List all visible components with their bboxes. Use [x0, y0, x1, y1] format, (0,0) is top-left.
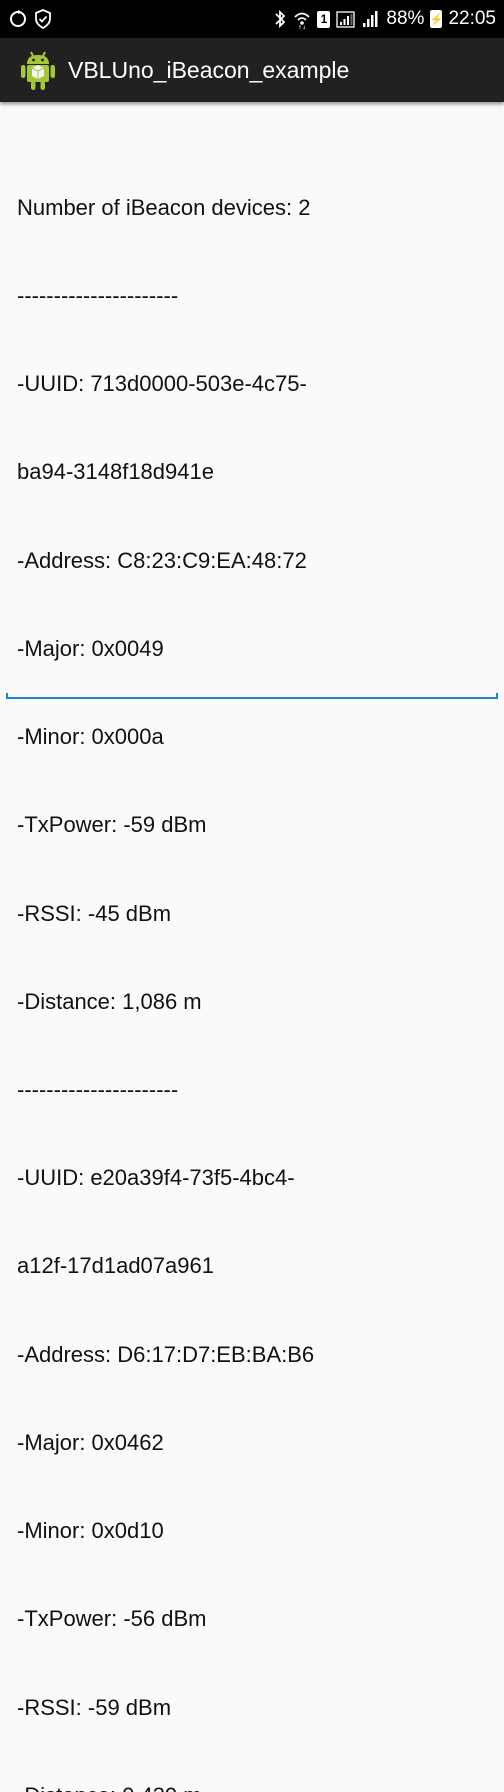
beacon-2-uuid-continued: a12f-17d1ad07a961 — [17, 1253, 214, 1279]
text-field-underline — [6, 693, 498, 699]
wifi-icon: ↑↓ — [293, 9, 311, 29]
battery-percent: 88% — [386, 8, 425, 29]
beacon-1-txpower: -TxPower: -59 dBm — [17, 812, 207, 838]
signal-1-icon — [336, 9, 356, 29]
beacon-1-minor: -Minor: 0x000a — [17, 724, 164, 750]
signal-2-icon — [362, 9, 380, 29]
beacon-text-field[interactable]: Number of iBeacon devices: 2 -----------… — [17, 134, 487, 1792]
android-robot-icon[interactable] — [18, 48, 58, 92]
beacon-1-major: -Major: 0x0049 — [17, 635, 164, 661]
status-bar: ↑↓ 1 88% ⚡ 22:05 — [0, 0, 504, 38]
beacon-2-address: -Address: D6:17:D7:EB:BA:B6 — [17, 1341, 315, 1367]
app-title: VBLUno_iBeacon_example — [68, 56, 350, 83]
separator-line: ---------------------- — [17, 283, 179, 309]
beacon-2-distance: -Distance: 0,439 m — [17, 1781, 487, 1792]
separator-line: ---------------------- — [17, 1077, 179, 1102]
sim-1-icon: 1 — [317, 10, 331, 28]
beacon-2-major: -Major: 0x0462 — [17, 1429, 164, 1455]
status-right-icons: ↑↓ 1 88% ⚡ 22:05 — [273, 8, 496, 30]
beacon-1-uuid-continued: ba94-3148f18d941e — [17, 459, 214, 485]
beacon-2-minor: -Minor: 0x0d10 — [17, 1518, 164, 1544]
beacon-1-uuid-line: -UUID: 713d0000-503e-4c75- — [17, 371, 307, 397]
bluetooth-icon — [273, 9, 287, 29]
svg-text:↑↓: ↑↓ — [298, 25, 306, 29]
device-count-line: Number of iBeacon devices: 2 — [17, 194, 311, 220]
beacon-1-rssi: -RSSI: -45 dBm — [17, 900, 172, 926]
status-time: 22:05 — [448, 8, 496, 29]
shield-check-icon — [34, 9, 52, 29]
beacon-1-distance: -Distance: 1,086 m — [17, 988, 202, 1014]
action-bar: VBLUno_iBeacon_example — [0, 38, 504, 102]
battery-icon: ⚡ — [430, 10, 443, 28]
beacon-text: Number of iBeacon devices: 2 -----------… — [17, 134, 487, 1792]
beacon-2-uuid-line: -UUID: e20a39f4-73f5-4bc4- — [17, 1165, 295, 1191]
sync-icon — [8, 9, 28, 29]
status-left-icons — [8, 9, 52, 29]
beacon-2-rssi: -RSSI: -59 dBm — [17, 1694, 172, 1720]
beacon-2-txpower: -TxPower: -56 dBm — [17, 1606, 207, 1632]
beacon-1-address: -Address: C8:23:C9:EA:48:72 — [17, 547, 307, 573]
